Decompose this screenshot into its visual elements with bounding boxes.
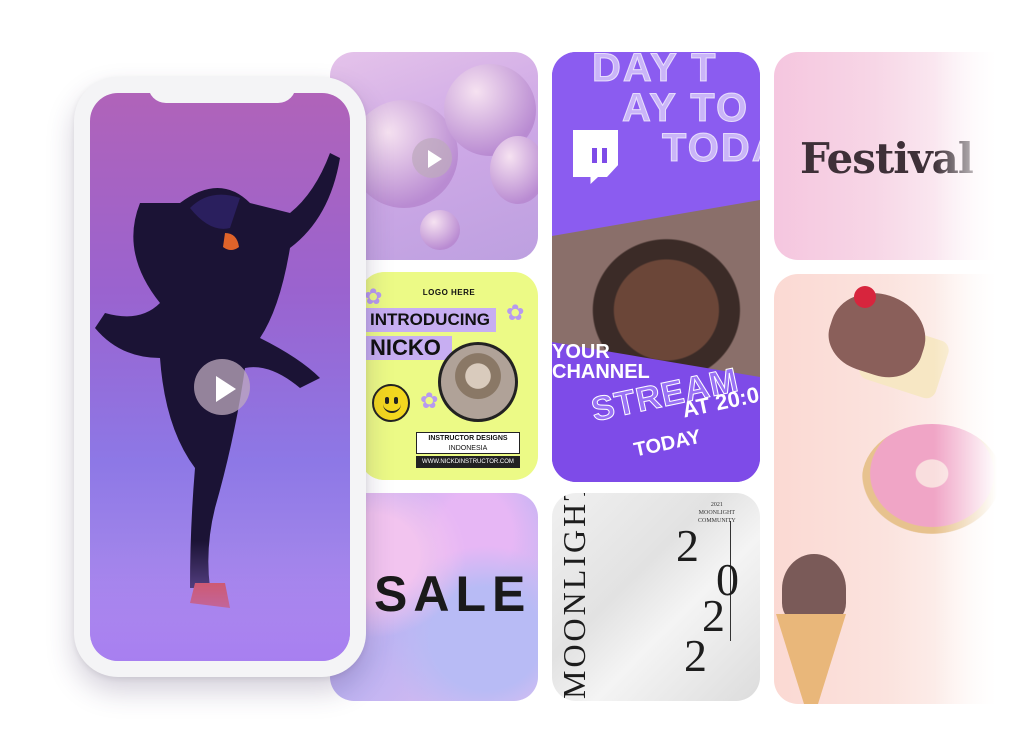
logo-placeholder: LOGO HERE — [422, 288, 476, 297]
channel-text: CHANNEL — [552, 361, 650, 383]
country-text: INDONESIA — [448, 445, 488, 452]
year-digit: 2 — [676, 520, 699, 571]
moonlight-vertical-text: MOONLIGHT — [556, 493, 592, 699]
bg-text: AY TO — [621, 86, 750, 131]
instructor-avatar — [438, 342, 518, 422]
bg-text: TODA — [662, 126, 760, 171]
moonlight-poster-tile[interactable]: MOONLIGHT 2021 MOONLIGHT COMMUNITY 2 0 2… — [552, 493, 760, 701]
meta-line-1: MOONLIGHT — [698, 510, 735, 516]
flower-icon: ✿ — [420, 388, 439, 413]
play-icon[interactable] — [412, 138, 452, 178]
play-icon[interactable] — [194, 359, 250, 415]
your-channel-text: YOUR CHANNEL — [552, 342, 650, 382]
meta-year: 2021 — [710, 502, 723, 508]
donut-icon — [862, 424, 1002, 534]
floor-glow — [90, 541, 350, 661]
sale-text: SALE — [374, 566, 532, 622]
dessert-template-tile[interactable] — [774, 274, 1024, 704]
instructor-box: INSTRUCTOR DESIGNS INDONESIA — [416, 432, 520, 454]
dancer-video[interactable] — [90, 93, 350, 661]
phone-mockup — [74, 77, 366, 677]
flower-icon: ✿ — [506, 300, 525, 325]
your-text: YOUR — [552, 341, 610, 363]
intro-heading: INTRODUCING — [360, 308, 496, 332]
flower-icon: ✿ — [364, 284, 383, 309]
instructor-designs-text: INSTRUCTOR DESIGNS — [428, 435, 508, 442]
intro-name: NICKO — [360, 336, 452, 360]
introducing-template-tile[interactable]: LOGO HERE INTRODUCING NICKO ✿ ✿ ✿ INSTRU… — [360, 272, 538, 480]
twitch-stream-tile[interactable]: DAY T AY TO TODA YOUR CHANNEL STREAM AT … — [552, 52, 760, 482]
festival-template-tile[interactable]: Festival — [774, 52, 1024, 260]
smiley-icon — [372, 384, 410, 422]
website-url: WWW.NICKDINSTRUCTOR.COM — [416, 456, 520, 468]
ice-cream-cone-icon — [776, 614, 846, 704]
festival-text: Festival — [800, 134, 974, 183]
cherry-icon — [854, 286, 876, 308]
year-digit: 2 — [684, 630, 707, 681]
phone-notch — [148, 77, 296, 103]
ice-cream-scoop — [782, 554, 846, 624]
